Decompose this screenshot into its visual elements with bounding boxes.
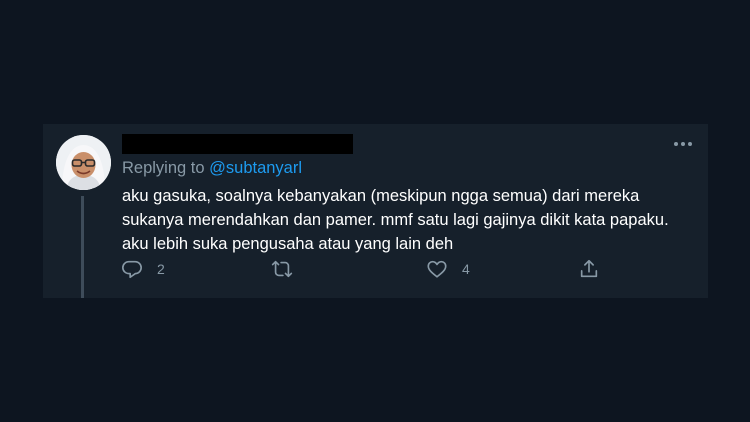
more-dot <box>681 142 685 146</box>
avatar-image <box>56 135 111 190</box>
tweet-text-line: aku gasuka, soalnya kebanyakan (meskipun… <box>122 187 640 205</box>
replying-to-line: Replying to @subtanyarl <box>122 159 302 178</box>
more-dot <box>674 142 678 146</box>
reply-count: 2 <box>157 261 165 277</box>
redacted-username <box>122 134 353 154</box>
heart-icon <box>427 260 447 278</box>
tweet-text-line: sukanya merendahkan dan pamer. mmf satu … <box>122 211 669 229</box>
reply-icon <box>122 260 142 279</box>
replying-to-handle-link[interactable]: @subtanyarl <box>209 159 302 177</box>
thread-connector-line <box>81 196 84 298</box>
replying-to-label: Replying to <box>122 159 210 177</box>
reply-button[interactable]: 2 <box>121 258 165 280</box>
like-button[interactable]: 4 <box>426 258 470 280</box>
more-dot <box>688 142 692 146</box>
retweet-button[interactable] <box>271 258 307 280</box>
avatar[interactable] <box>56 135 111 190</box>
share-button[interactable] <box>578 258 600 280</box>
tweet-card[interactable]: Replying to @subtanyarl aku gasuka, soal… <box>43 124 708 298</box>
tweet-text: aku gasuka, soalnya kebanyakan (meskipun… <box>122 184 702 256</box>
tweet-actions-bar: 2 4 <box>121 258 621 280</box>
tweet-text-line: aku lebih suka pengusaha atau yang lain … <box>122 235 454 253</box>
retweet-icon <box>271 260 293 278</box>
more-options-button[interactable] <box>673 136 693 152</box>
like-count: 4 <box>462 261 470 277</box>
share-icon <box>580 259 598 278</box>
